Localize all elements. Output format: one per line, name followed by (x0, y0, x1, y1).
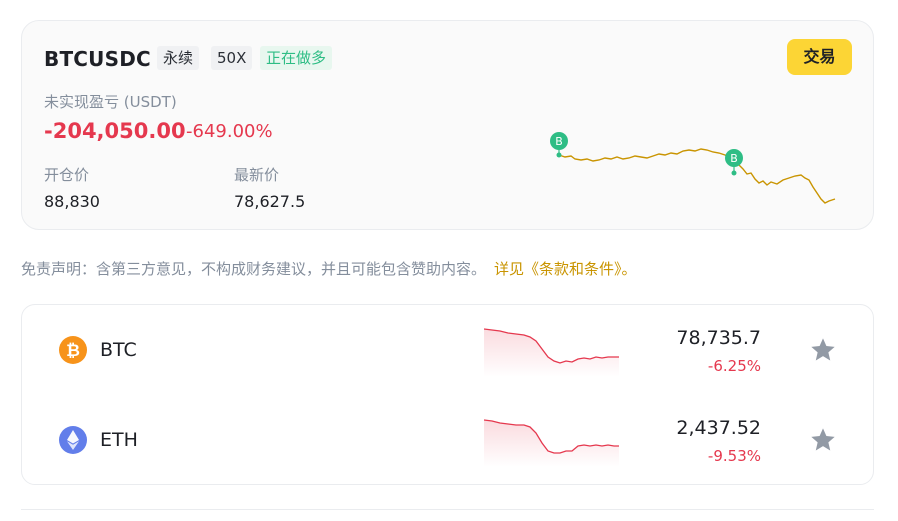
side-tag: 正在做多 (260, 46, 333, 70)
market-row-eth[interactable]: ETH 2,437.52 -9.53% (22, 395, 875, 485)
coin-price: 78,735.7 (676, 327, 761, 349)
favorite-star-icon[interactable] (809, 336, 837, 364)
leverage-tag: 50X (211, 46, 253, 70)
sparkline-btc (484, 328, 619, 377)
divider (21, 509, 874, 510)
disclaimer-text: 免责声明：含第三方意见，不构成财务建议，并且可能包含赞助内容。 (21, 260, 487, 278)
unrealized-pnl-value: -204,050.00 (44, 119, 186, 143)
contract-type-tag: 永续 (157, 46, 200, 70)
price-line (558, 148, 836, 204)
svg-text:₿: ₿ (66, 341, 80, 361)
last-price-value: 78,627.5 (234, 192, 306, 211)
disclaimer: 免责声明：含第三方意见，不构成财务建议，并且可能包含赞助内容。 详见《条款和条件》… (21, 258, 637, 279)
coin-name: BTC (100, 339, 137, 361)
trade-button[interactable]: 交易 (787, 39, 852, 75)
entry-price-value: 88,830 (44, 192, 100, 211)
sparkline-eth (484, 419, 619, 467)
position-price-chart: B B (550, 132, 836, 204)
buy-marker: B (725, 149, 743, 176)
favorite-star-icon[interactable] (809, 426, 837, 454)
coin-change: -6.25% (707, 357, 761, 375)
buy-marker: B (550, 132, 568, 158)
position-symbol: BTCUSDC (44, 47, 151, 71)
buy-marker-label: B (730, 152, 738, 165)
entry-price-label: 开仓价 (44, 166, 90, 184)
position-card: BTCUSDC 永续 50X 正在做多 交易 未实现盈亏 (USDT) -204… (21, 20, 874, 230)
unrealized-pnl-percent: -649.00% (186, 121, 273, 142)
bitcoin-icon: ₿ (59, 336, 87, 364)
coin-price: 2,437.52 (676, 417, 761, 439)
last-price-label: 最新价 (234, 166, 280, 184)
coin-change: -9.53% (707, 447, 761, 465)
terms-link[interactable]: 详见《条款和条件》。 (494, 260, 637, 278)
unrealized-pnl-label: 未实现盈亏 (USDT) (44, 93, 177, 111)
market-list: ₿ BTC 78,735.7 -6.25% ETH 2,437.52 -9.53… (21, 304, 874, 485)
market-row-btc[interactable]: ₿ BTC 78,735.7 -6.25% (22, 305, 875, 395)
buy-marker-label: B (555, 135, 563, 148)
ethereum-icon (59, 426, 87, 454)
coin-name: ETH (100, 429, 138, 451)
